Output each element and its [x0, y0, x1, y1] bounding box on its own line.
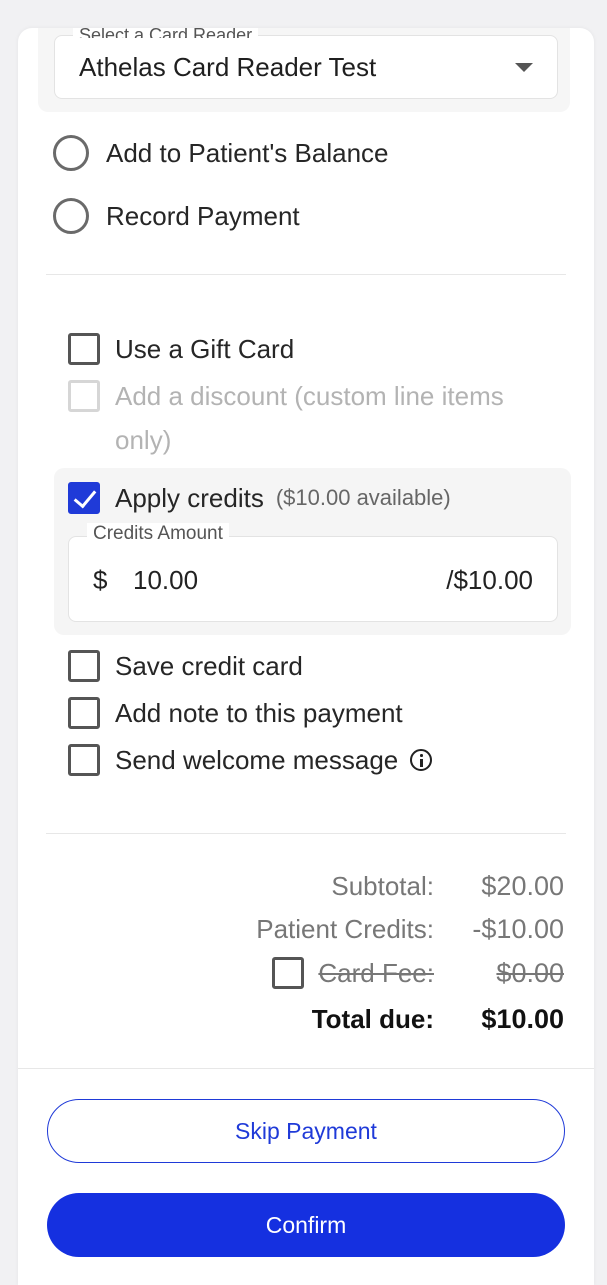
add-note-label: Add note to this payment — [115, 698, 403, 728]
apply-credits-checkbox[interactable] — [68, 482, 100, 514]
apply-credits-option[interactable]: Apply credits ($10.00 available) — [68, 482, 451, 514]
divider — [46, 274, 566, 275]
card-reader-section: Select a Card Reader Athelas Card Reader… — [38, 28, 570, 112]
info-icon[interactable] — [410, 749, 433, 771]
patient-credits-label: Patient Credits: — [256, 913, 434, 944]
radio-button-icon[interactable] — [53, 135, 89, 171]
apply-credits-label: Apply credits — [115, 483, 264, 513]
payment-panel: Select a Card Reader Athelas Card Reader… — [18, 28, 594, 1285]
patient-credits-row: Patient Credits: -$10.00 — [256, 909, 564, 949]
save-card-option[interactable]: Save credit card — [68, 650, 303, 682]
card-reader-select[interactable]: Select a Card Reader Athelas Card Reader… — [54, 28, 558, 99]
credits-available: ($10.00 available) — [275, 485, 451, 510]
subtotal-row: Subtotal: $20.00 — [331, 866, 564, 906]
subtotal-label: Subtotal: — [331, 870, 434, 901]
subtotal-value: $20.00 — [481, 870, 564, 901]
currency-symbol: $ — [93, 565, 108, 595]
card-fee-label: Card Fee: — [318, 957, 434, 988]
save-card-checkbox[interactable] — [68, 650, 100, 682]
welcome-message-label: Send welcome message — [115, 745, 399, 775]
discount-option: Add a discount (custom line items only) — [68, 380, 548, 462]
credits-amount-legend: Credits Amount — [87, 523, 229, 545]
credits-max: /$10.00 — [446, 565, 533, 595]
total-due-value: $10.00 — [481, 1003, 564, 1034]
credits-amount-value[interactable]: 10.00 — [133, 565, 198, 596]
total-due-row: Total due: $10.00 — [312, 999, 564, 1039]
card-fee-value: $0.00 — [496, 957, 564, 988]
discount-checkbox — [68, 380, 100, 412]
gift-card-option[interactable]: Use a Gift Card — [68, 333, 294, 365]
radio-record-payment-label: Record Payment — [106, 200, 300, 231]
divider — [18, 1068, 594, 1069]
gift-card-label: Use a Gift Card — [115, 334, 295, 364]
welcome-message-checkbox[interactable] — [68, 744, 100, 776]
credits-section: Apply credits ($10.00 available) Credits… — [54, 468, 571, 635]
card-fee-row: Card Fee: $0.00 — [272, 953, 564, 993]
divider — [46, 833, 566, 834]
card-fee-checkbox[interactable] — [272, 957, 305, 989]
credits-amount-input[interactable]: Credits Amount $ 10.00 /$10.00 — [68, 523, 558, 622]
radio-add-to-balance[interactable]: Add to Patient's Balance — [53, 133, 388, 173]
welcome-message-option[interactable]: Send welcome message — [68, 744, 433, 776]
radio-add-to-balance-label: Add to Patient's Balance — [106, 137, 389, 168]
patient-credits-value: -$10.00 — [472, 913, 564, 944]
card-reader-legend: Select a Card Reader — [73, 28, 259, 38]
radio-button-icon[interactable] — [53, 198, 89, 234]
gift-card-checkbox[interactable] — [68, 333, 100, 365]
skip-payment-button[interactable]: Skip Payment — [47, 1099, 565, 1163]
save-card-label: Save credit card — [115, 651, 303, 681]
add-note-checkbox[interactable] — [68, 697, 100, 729]
chevron-down-icon[interactable] — [515, 63, 533, 72]
card-reader-value: Athelas Card Reader Test — [79, 52, 377, 82]
total-due-label: Total due: — [311, 1003, 434, 1034]
confirm-button[interactable]: Confirm — [47, 1193, 565, 1257]
radio-record-payment[interactable]: Record Payment — [53, 196, 300, 236]
discount-label: Add a discount (custom line items only) — [115, 381, 504, 455]
add-note-option[interactable]: Add note to this payment — [68, 697, 403, 729]
